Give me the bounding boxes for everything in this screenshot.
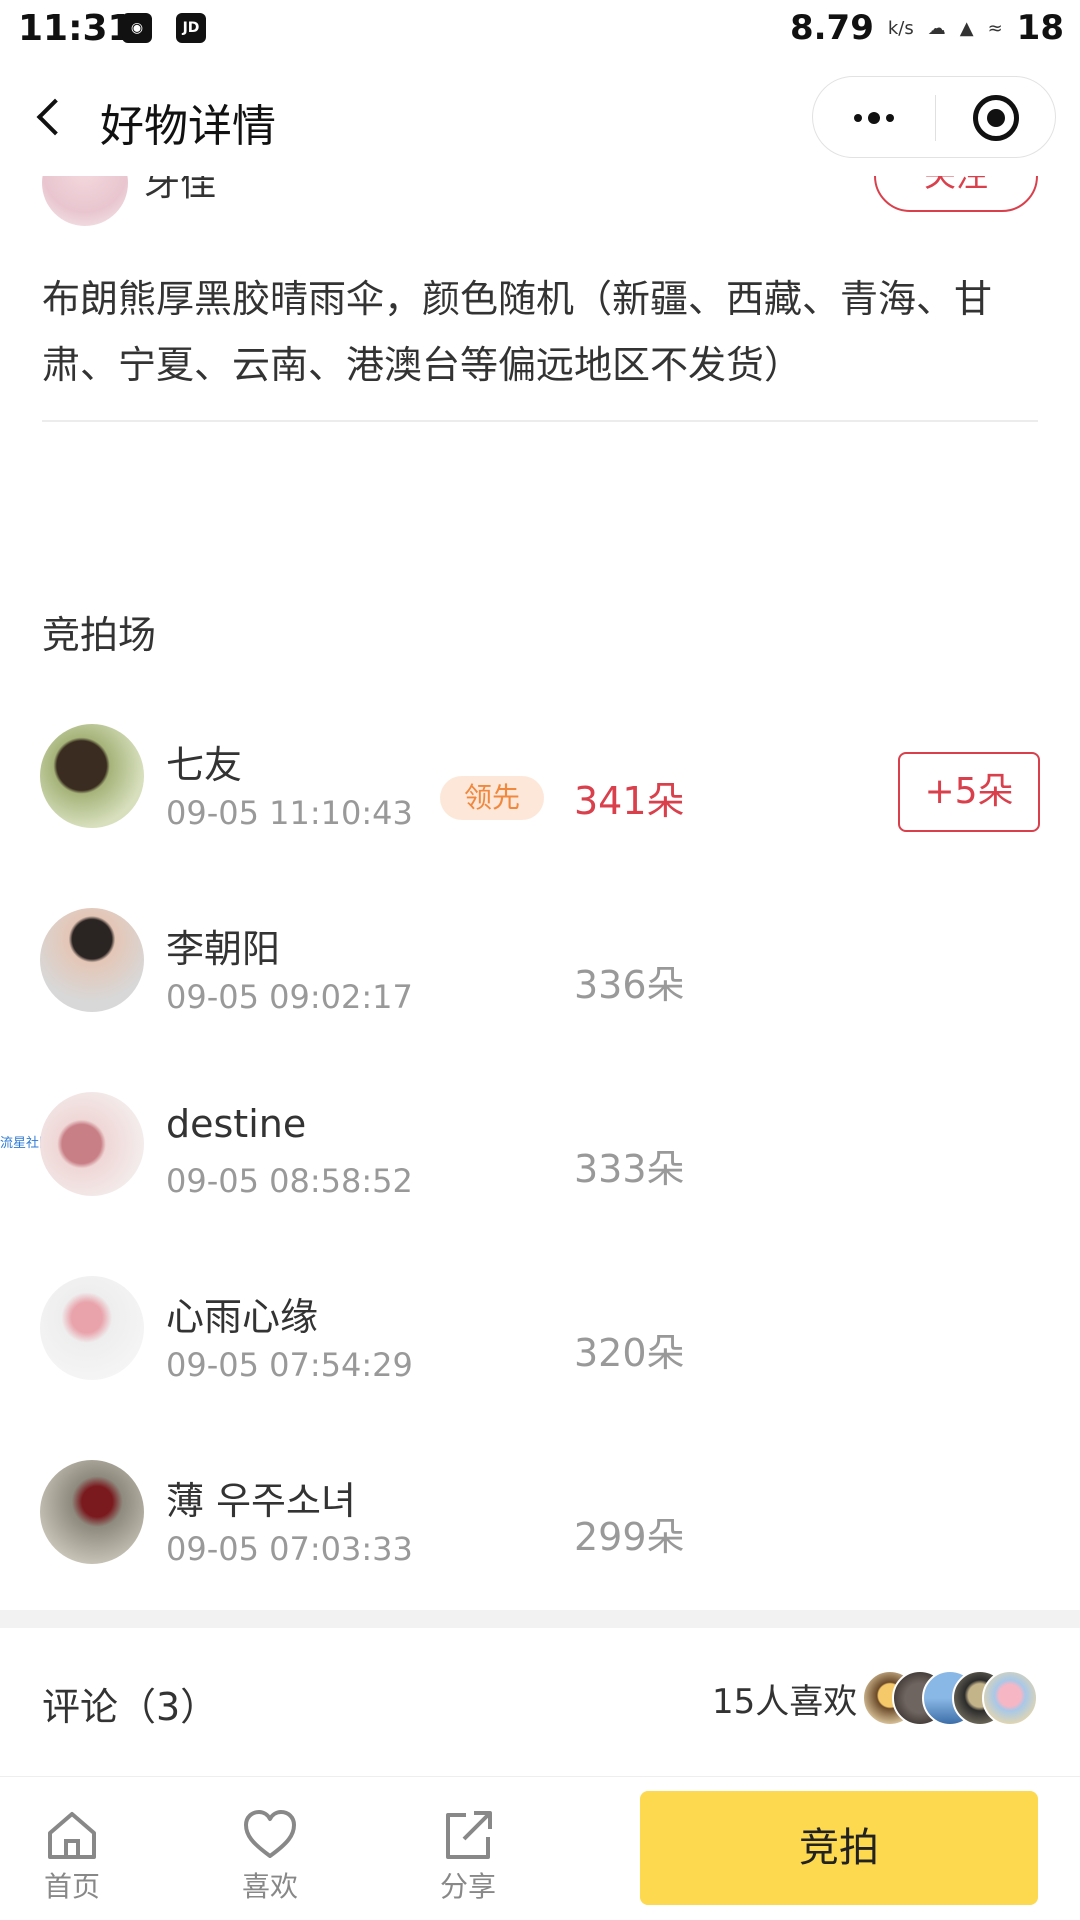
status-bar: 11:31 ◉ JD 8.79 k/s ☁ ▲ ≈ 18 [0, 0, 1080, 58]
share-icon [446, 1811, 492, 1859]
bidder-name: destine [166, 1102, 307, 1146]
bid-time: 09-05 07:54:29 [166, 1346, 413, 1384]
product-description: 布朗熊厚黑胶晴雨伞，颜色随机（新疆、西藏、青海、甘肃、宁夏、云南、港澳台等偏远地… [42, 277, 993, 387]
avatar[interactable] [40, 908, 144, 1012]
bid-amount: 341朵 [574, 779, 685, 823]
close-target-icon[interactable] [973, 95, 1019, 141]
tab-home-label: 首页 [43, 1870, 100, 1903]
network-unit: k/s [887, 17, 914, 39]
bid-time: 09-05 08:58:52 [166, 1162, 413, 1200]
comments-title: 评论（3） [42, 1685, 219, 1729]
capsule-divider [935, 95, 936, 141]
auction-section-title: 竞拍场 [42, 613, 157, 657]
likes-count[interactable]: 15人喜欢 [712, 1674, 857, 1723]
tab-like-label: 喜欢 [241, 1870, 298, 1903]
network-speed: 8.79 [789, 8, 874, 48]
follow-button[interactable]: 关注 [874, 176, 1038, 212]
battery-level: 18 [1016, 8, 1064, 48]
add-bid-button[interactable]: +5朵 [898, 752, 1040, 832]
tab-like[interactable]: 喜欢 [220, 1807, 320, 1907]
avatar[interactable] [40, 1460, 144, 1564]
tab-share-label: 分享 [439, 1870, 496, 1903]
home-icon [48, 1812, 96, 1859]
avatar[interactable] [40, 724, 144, 828]
heart-icon [244, 1810, 296, 1858]
back-icon[interactable] [30, 94, 70, 144]
bid-time: 09-05 09:02:17 [166, 978, 413, 1016]
bid-row: 七友 09-05 11:10:43 领先 341朵 +5朵 [0, 720, 1080, 904]
bid-list: 七友 09-05 11:10:43 领先 341朵 +5朵 流星社区 李朝阳 0… [0, 720, 1080, 1640]
jd-icon: JD [176, 13, 206, 43]
avatar[interactable] [40, 1276, 144, 1380]
seller-row: 牙佳 关注 [0, 176, 1080, 226]
tab-share[interactable]: 分享 [418, 1807, 518, 1907]
bidder-name: 李朝阳 [166, 927, 281, 971]
avatar [982, 1670, 1038, 1726]
mini-program-capsule [812, 76, 1056, 158]
qq-icon: ◉ [122, 13, 152, 43]
bid-button[interactable]: 竞拍 [640, 1791, 1038, 1905]
bidder-name: 心雨心缘 [166, 1295, 319, 1339]
tab-home[interactable]: 首页 [22, 1807, 122, 1907]
status-right: 8.79 k/s ☁ ▲ ≈ 18 [790, 8, 1064, 48]
bid-row: 心雨心缘 09-05 07:54:29 320朵 [0, 1272, 1080, 1456]
nav-bar: 好物详情 [0, 60, 1080, 176]
bid-amount: 299朵 [574, 1515, 685, 1559]
seller-name: 牙佳 [144, 176, 217, 204]
page-title: 好物详情 [100, 101, 276, 152]
bid-amount: 336朵 [574, 963, 685, 1007]
divider [42, 420, 1038, 422]
bottom-bar: 首页 喜欢 分享 竞拍 [0, 1776, 1080, 1920]
bidder-name: 薄 우주소녀 [166, 1479, 356, 1523]
notification-icon: ☁ [927, 17, 946, 39]
signal-icon: ▲ [959, 17, 974, 39]
seller-avatar[interactable] [42, 176, 128, 226]
avatar[interactable] [40, 1092, 144, 1196]
lead-badge: 领先 [440, 776, 544, 820]
bid-row: destine 09-05 08:58:52 333朵 [0, 1088, 1080, 1272]
wifi-icon: ≈ [987, 17, 1003, 39]
bidder-name: 七友 [166, 743, 243, 787]
bid-time: 09-05 07:03:33 [166, 1530, 413, 1568]
bid-amount: 333朵 [574, 1147, 685, 1191]
section-separator [0, 1610, 1080, 1628]
more-icon[interactable] [843, 97, 905, 139]
liker-avatars[interactable] [862, 1670, 1042, 1726]
bid-time: 09-05 11:10:43 [166, 794, 413, 832]
bid-amount: 320朵 [574, 1331, 685, 1375]
bid-row: 流星社区 李朝阳 09-05 09:02:17 336朵 [0, 904, 1080, 1151]
status-time: 11:31 [18, 8, 133, 49]
